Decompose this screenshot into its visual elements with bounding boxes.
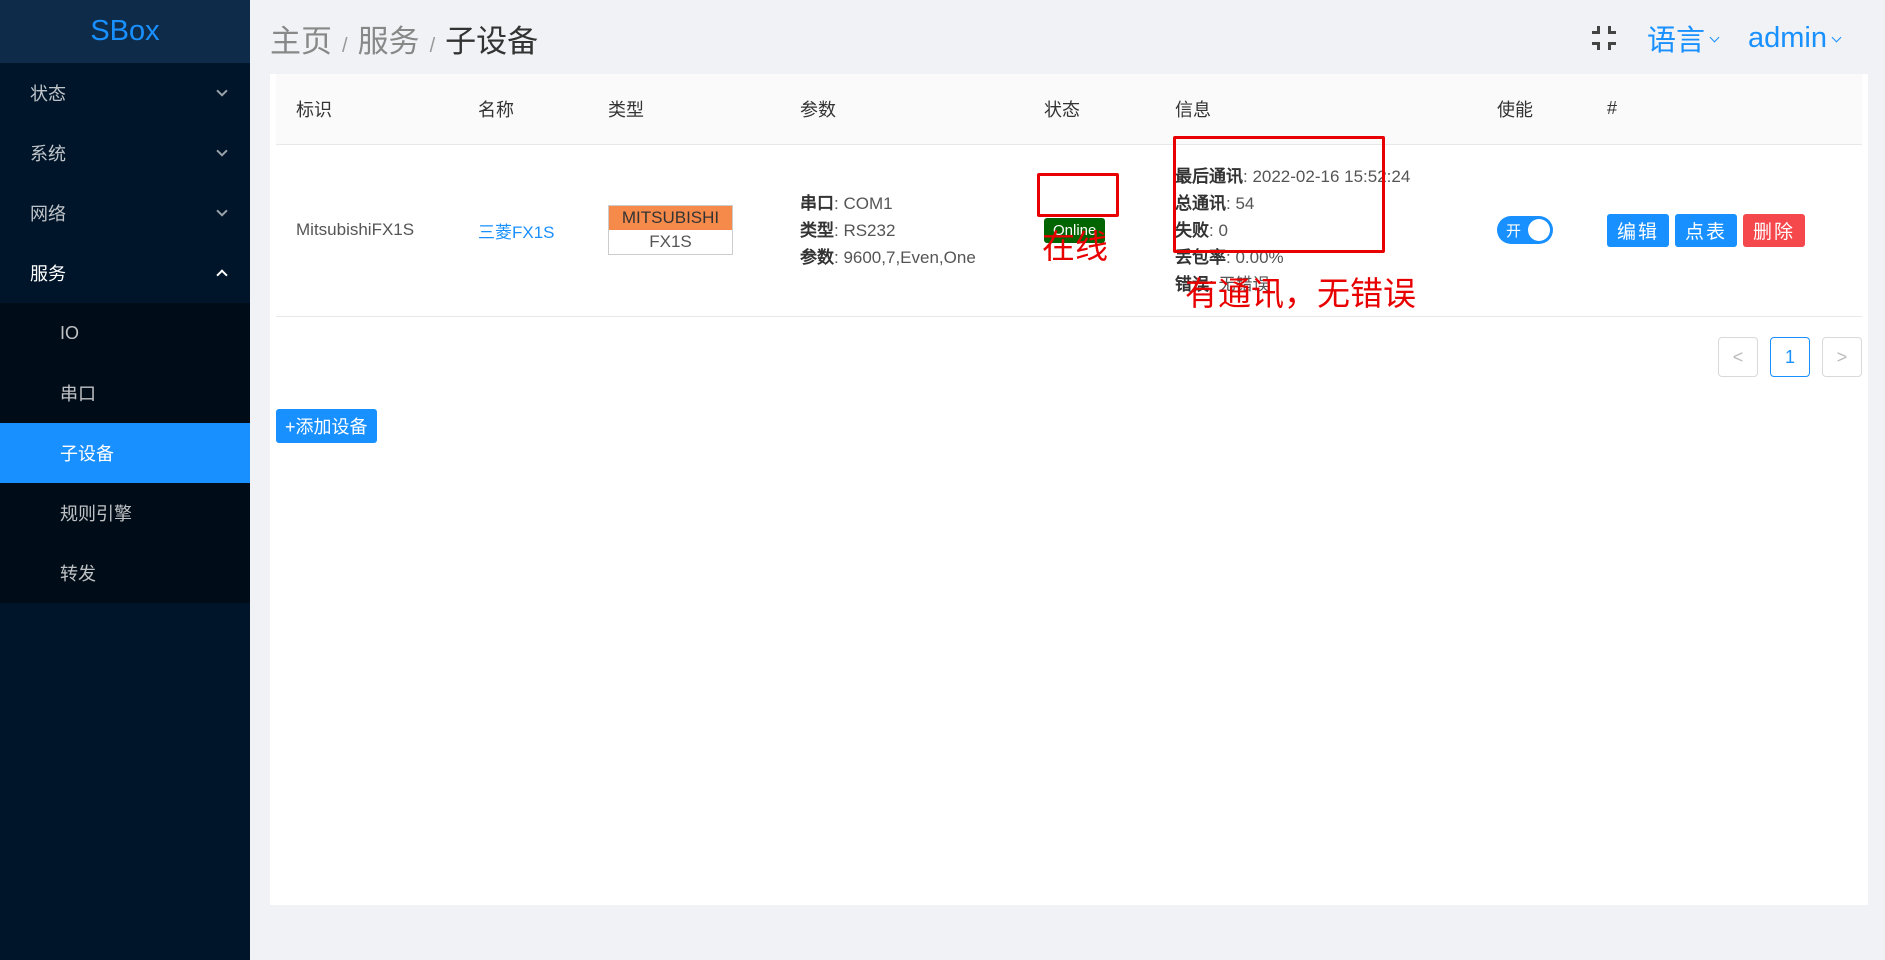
next-page-button[interactable]: > <box>1822 337 1862 377</box>
sidebar-item-label: 状态 <box>30 84 66 104</box>
column-header-type: 类型 <box>588 74 780 145</box>
cell-id: MitsubishiFX1S <box>276 144 458 317</box>
main-content: 标识 名称 类型 参数 状态 信息 使能 # MitsubishiFX1S 三菱… <box>270 74 1868 905</box>
cell-type: MITSUBISHI FX1S <box>588 144 780 317</box>
device-name-link[interactable]: 三菱FX1S <box>478 223 555 242</box>
toggle-label: 开 <box>1506 223 1522 240</box>
sidebar-subitem-rule-engine[interactable]: 规则引擎 <box>0 483 250 543</box>
chevron-down-icon <box>1831 32 1842 42</box>
edit-button[interactable]: 编辑 <box>1607 213 1670 247</box>
device-type-model: FX1S <box>609 230 732 254</box>
user-label: admin <box>1748 21 1827 54</box>
chevron-down-icon <box>1709 32 1720 42</box>
breadcrumb: 主页 / 服务 / 子设备 <box>270 16 538 61</box>
sidebar-item-network[interactable]: 网络 <box>0 183 250 243</box>
cell-params: 串口: COM1 类型: RS232 参数: 9600,7,Even,One <box>780 144 1024 317</box>
sidebar-subitem-forward[interactable]: 转发 <box>0 543 250 603</box>
param-line: 参数: 9600,7,Even,One <box>800 247 976 267</box>
sidebar-item-status[interactable]: 状态 <box>0 63 250 123</box>
breadcrumb-separator: / <box>342 35 348 57</box>
info-highlight-box <box>1173 136 1385 253</box>
column-header-info: 信息 <box>1155 74 1477 145</box>
chevron-down-icon <box>216 205 228 217</box>
column-header-params: 参数 <box>780 74 1024 145</box>
app-logo[interactable]: SBox <box>0 0 250 63</box>
delete-button[interactable]: 删除 <box>1743 213 1806 247</box>
chevron-down-icon <box>216 145 228 157</box>
column-header-name: 名称 <box>458 74 588 145</box>
column-header-status: 状态 <box>1024 74 1155 145</box>
header-actions: 语言 admin <box>1591 17 1842 59</box>
column-header-enabled: 使能 <box>1477 74 1587 145</box>
sidebar-item-system[interactable]: 系统 <box>0 123 250 183</box>
chevron-up-icon <box>216 269 228 281</box>
sidebar-subitem-subdevice[interactable]: 子设备 <box>0 423 250 483</box>
language-dropdown[interactable]: 语言 <box>1646 17 1720 59</box>
enable-toggle[interactable]: 开 <box>1497 216 1553 244</box>
breadcrumb-current: 子设备 <box>445 24 539 59</box>
language-label: 语言 <box>1646 25 1705 57</box>
column-header-actions: # <box>1587 74 1862 145</box>
info-annotation: 有通讯，无错误 <box>1185 275 1416 312</box>
user-dropdown[interactable]: admin <box>1748 21 1842 55</box>
cell-name: 三菱FX1S <box>458 144 588 317</box>
add-device-button[interactable]: +添加设备 <box>276 409 377 443</box>
device-type-badge: MITSUBISHI FX1S <box>608 205 733 255</box>
page-number[interactable]: 1 <box>1770 337 1810 377</box>
breadcrumb-service[interactable]: 服务 <box>358 16 420 61</box>
toggle-knob <box>1528 219 1550 241</box>
column-header-id: 标识 <box>276 74 458 145</box>
fullscreen-icon[interactable] <box>1591 25 1617 51</box>
cell-actions: 编辑 点表 删除 <box>1587 144 1862 317</box>
prev-page-button[interactable]: < <box>1718 337 1758 377</box>
device-type-brand: MITSUBISHI <box>609 206 732 230</box>
sidebar-submenu-service: IO 串口 子设备 规则引擎 转发 <box>0 303 250 603</box>
pagination: < 1 > <box>1718 337 1862 377</box>
param-line: 串口: COM1 <box>800 193 893 213</box>
status-highlight-box <box>1037 173 1119 217</box>
sidebar: SBox 状态 系统 网络 服务 IO 串口 子设备 规则引擎 转发 <box>0 0 250 960</box>
sidebar-item-label: 服务 <box>30 264 66 284</box>
sidebar-subitem-io[interactable]: IO <box>0 303 250 363</box>
chevron-down-icon <box>216 85 228 97</box>
breadcrumb-home[interactable]: 主页 <box>270 16 332 61</box>
sidebar-subitem-serial[interactable]: 串口 <box>0 363 250 423</box>
sidebar-item-service[interactable]: 服务 <box>0 243 250 303</box>
table-header-row: 标识 名称 类型 参数 状态 信息 使能 # <box>276 74 1862 145</box>
param-line: 类型: RS232 <box>800 220 896 240</box>
cell-enabled: 开 <box>1477 144 1587 317</box>
point-table-button[interactable]: 点表 <box>1675 213 1738 247</box>
header: 主页 / 服务 / 子设备 语言 admin <box>250 0 1885 75</box>
status-annotation: 在线 <box>1042 228 1108 265</box>
breadcrumb-separator: / <box>429 35 436 57</box>
sidebar-item-label: 网络 <box>30 204 66 224</box>
sidebar-item-label: 系统 <box>30 144 66 164</box>
